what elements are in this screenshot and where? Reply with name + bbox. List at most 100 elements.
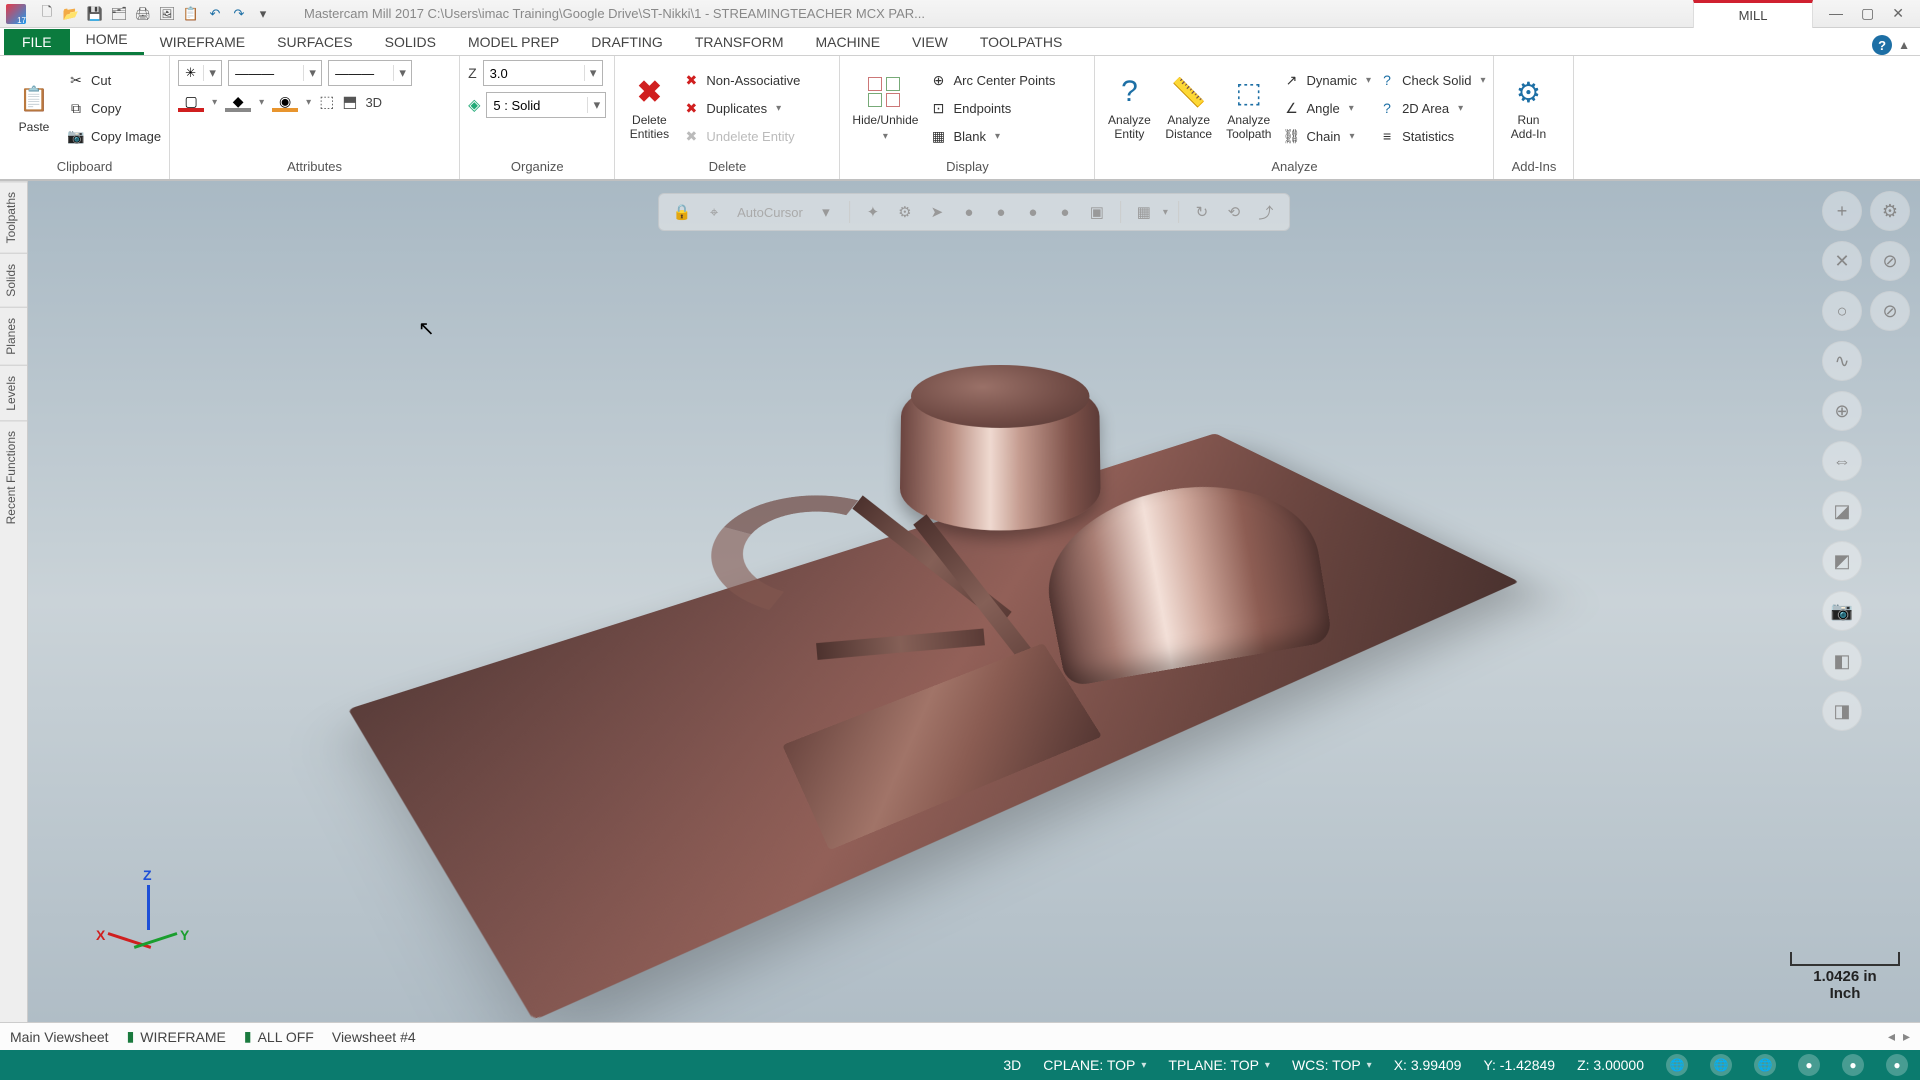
status-tplane[interactable]: TPLANE: TOP: [1168, 1057, 1270, 1073]
tab-model-prep[interactable]: MODEL PREP: [452, 29, 575, 55]
qat-new-icon[interactable]: 🗋: [36, 3, 58, 25]
status-cplane[interactable]: CPLANE: TOP: [1043, 1057, 1146, 1073]
attributes-icon2[interactable]: ⬒: [342, 92, 357, 112]
status-globe2-icon[interactable]: 🌐: [1710, 1054, 1732, 1076]
tab-machine[interactable]: MACHINE: [799, 29, 896, 55]
viewsheet-4[interactable]: Viewsheet #4: [332, 1029, 416, 1045]
plane2-icon[interactable]: ◩: [1822, 541, 1862, 581]
status-dot3-icon[interactable]: ●: [1886, 1054, 1908, 1076]
qat-print-icon[interactable]: 🖨: [132, 3, 154, 25]
qat-printpreview-icon[interactable]: 🖼: [156, 3, 178, 25]
gear-settings-icon[interactable]: ⚙: [892, 199, 918, 225]
circle-icon[interactable]: ○: [1822, 291, 1862, 331]
chain-button[interactable]: ⛓Chain▾: [1281, 123, 1371, 149]
hide-unhide-button[interactable]: Hide/Unhide ▾: [848, 70, 922, 147]
status-wcs[interactable]: WCS: TOP: [1292, 1057, 1372, 1073]
threeD-toggle[interactable]: 3D: [365, 95, 382, 110]
status-dot2-icon[interactable]: ●: [1842, 1054, 1864, 1076]
angle-button[interactable]: ∠Angle▾: [1281, 95, 1371, 121]
action2-icon[interactable]: ⟲: [1221, 199, 1247, 225]
vs-prev-icon[interactable]: ◂: [1888, 1028, 1895, 1045]
zoom-in-icon[interactable]: +: [1822, 191, 1862, 231]
arrow-icon[interactable]: ➤: [924, 199, 950, 225]
viewsheet-wireframe[interactable]: ▮WIREFRAME: [127, 1028, 226, 1045]
shading-picker[interactable]: ◉: [272, 93, 298, 112]
line-width-combo[interactable]: ———▾: [328, 60, 412, 86]
tab-view[interactable]: VIEW: [896, 29, 964, 55]
analyze-entity-button[interactable]: ?Analyze Entity: [1103, 70, 1155, 146]
plane1-icon[interactable]: ◪: [1822, 491, 1862, 531]
chevron-down-icon[interactable]: ▾: [813, 199, 839, 225]
side-tab-solids[interactable]: Solids: [0, 253, 27, 307]
qat-undo-icon[interactable]: ↶: [204, 3, 226, 25]
maximize-icon[interactable]: ▢: [1861, 5, 1874, 22]
arrows-icon[interactable]: ⇔: [1822, 441, 1862, 481]
cube2-icon[interactable]: ◨: [1822, 691, 1862, 731]
status-mode[interactable]: 3D: [1003, 1057, 1021, 1073]
camera-view-icon[interactable]: 📷: [1822, 591, 1862, 631]
viewport-3d[interactable]: 🔒 ⌖ AutoCursor ▾ ✦ ⚙ ➤ ● ● ● ● ▣ ▦ ▾ ↻ ⟲…: [28, 181, 1920, 1022]
target-icon[interactable]: ⊕: [1822, 391, 1862, 431]
context-tab-mill[interactable]: MILL: [1693, 0, 1813, 28]
denied-icon[interactable]: ⊘: [1870, 291, 1910, 331]
paste-button[interactable]: 📋 Paste: [8, 77, 60, 139]
qat-saveas-icon[interactable]: 🗂: [108, 3, 130, 25]
cross-icon[interactable]: ✕: [1822, 241, 1862, 281]
tab-surfaces[interactable]: SURFACES: [261, 29, 368, 55]
sphere1-icon[interactable]: ●: [956, 199, 982, 225]
copy-image-button[interactable]: 📷Copy Image: [66, 123, 161, 149]
vs-next-icon[interactable]: ▸: [1903, 1028, 1910, 1045]
minimize-icon[interactable]: —: [1829, 5, 1843, 22]
duplicates-button[interactable]: ✖Duplicates▾: [681, 95, 800, 121]
z-value-input[interactable]: 3.0▾: [483, 60, 603, 86]
tab-home[interactable]: HOME: [70, 26, 144, 55]
qat-save-icon[interactable]: 💾: [84, 3, 106, 25]
cut-button[interactable]: ✂Cut: [66, 67, 161, 93]
sphere3-icon[interactable]: ●: [1020, 199, 1046, 225]
viewsheet-main[interactable]: Main Viewsheet: [10, 1029, 109, 1045]
side-tab-levels[interactable]: Levels: [0, 365, 27, 421]
run-addin-button[interactable]: ⚙ Run Add-In: [1502, 70, 1554, 146]
blank-button[interactable]: ▦Blank▾: [928, 123, 1055, 149]
status-globe3-icon[interactable]: 🌐: [1754, 1054, 1776, 1076]
cursor-target-icon[interactable]: ⌖: [701, 199, 727, 225]
analyze-distance-button[interactable]: 📏Analyze Distance: [1161, 70, 1216, 146]
copy-button[interactable]: ⧉Copy: [66, 95, 161, 121]
tab-drafting[interactable]: DRAFTING: [575, 29, 679, 55]
action1-icon[interactable]: ↻: [1189, 199, 1215, 225]
arc-center-button[interactable]: ⊕Arc Center Points: [928, 67, 1055, 93]
viewsheet-alloff[interactable]: ▮ALL OFF: [244, 1028, 314, 1045]
curve-icon[interactable]: ∿: [1822, 341, 1862, 381]
cube1-icon[interactable]: ◧: [1822, 641, 1862, 681]
point-style-combo[interactable]: ✳▾: [178, 60, 222, 86]
side-tab-planes[interactable]: Planes: [0, 307, 27, 365]
dynamic-button[interactable]: ↗Dynamic▾: [1281, 67, 1371, 93]
tab-solids[interactable]: SOLIDS: [369, 29, 452, 55]
close-icon[interactable]: ✕: [1892, 5, 1904, 22]
file-tab[interactable]: FILE: [4, 29, 70, 55]
gear-view-icon[interactable]: ⚙: [1870, 191, 1910, 231]
material-picker[interactable]: ◆: [225, 93, 251, 112]
tab-transform[interactable]: TRANSFORM: [679, 29, 800, 55]
qat-open-icon[interactable]: 📂: [60, 3, 82, 25]
endpoints-button[interactable]: ⊡Endpoints: [928, 95, 1055, 121]
area-button[interactable]: ?2D Area▾: [1377, 95, 1485, 121]
qat-redo-icon[interactable]: ↷: [228, 3, 250, 25]
autocursor-label[interactable]: AutoCursor: [737, 205, 803, 220]
color-picker[interactable]: ▢: [178, 93, 204, 112]
line-style-combo[interactable]: ———▾: [228, 60, 322, 86]
level-combo[interactable]: 5 : Solid▾: [486, 92, 606, 118]
statistics-button[interactable]: ≡Statistics: [1377, 123, 1485, 149]
tab-wireframe[interactable]: WIREFRAME: [144, 29, 262, 55]
check-solid-button[interactable]: ?Check Solid▾: [1377, 67, 1485, 93]
sphere2-icon[interactable]: ●: [988, 199, 1014, 225]
lock-icon[interactable]: 🔒: [669, 199, 695, 225]
analyze-toolpath-button[interactable]: ⬚Analyze Toolpath: [1222, 70, 1275, 146]
non-associative-button[interactable]: ✖Non-Associative: [681, 67, 800, 93]
status-globe1-icon[interactable]: 🌐: [1666, 1054, 1688, 1076]
action3-icon[interactable]: ⤴: [1253, 199, 1279, 225]
box-select-icon[interactable]: ▣: [1084, 199, 1110, 225]
side-tab-recent[interactable]: Recent Functions: [0, 420, 27, 534]
side-tab-toolpaths[interactable]: Toolpaths: [0, 181, 27, 253]
qat-customize-icon[interactable]: ▾: [252, 3, 274, 25]
